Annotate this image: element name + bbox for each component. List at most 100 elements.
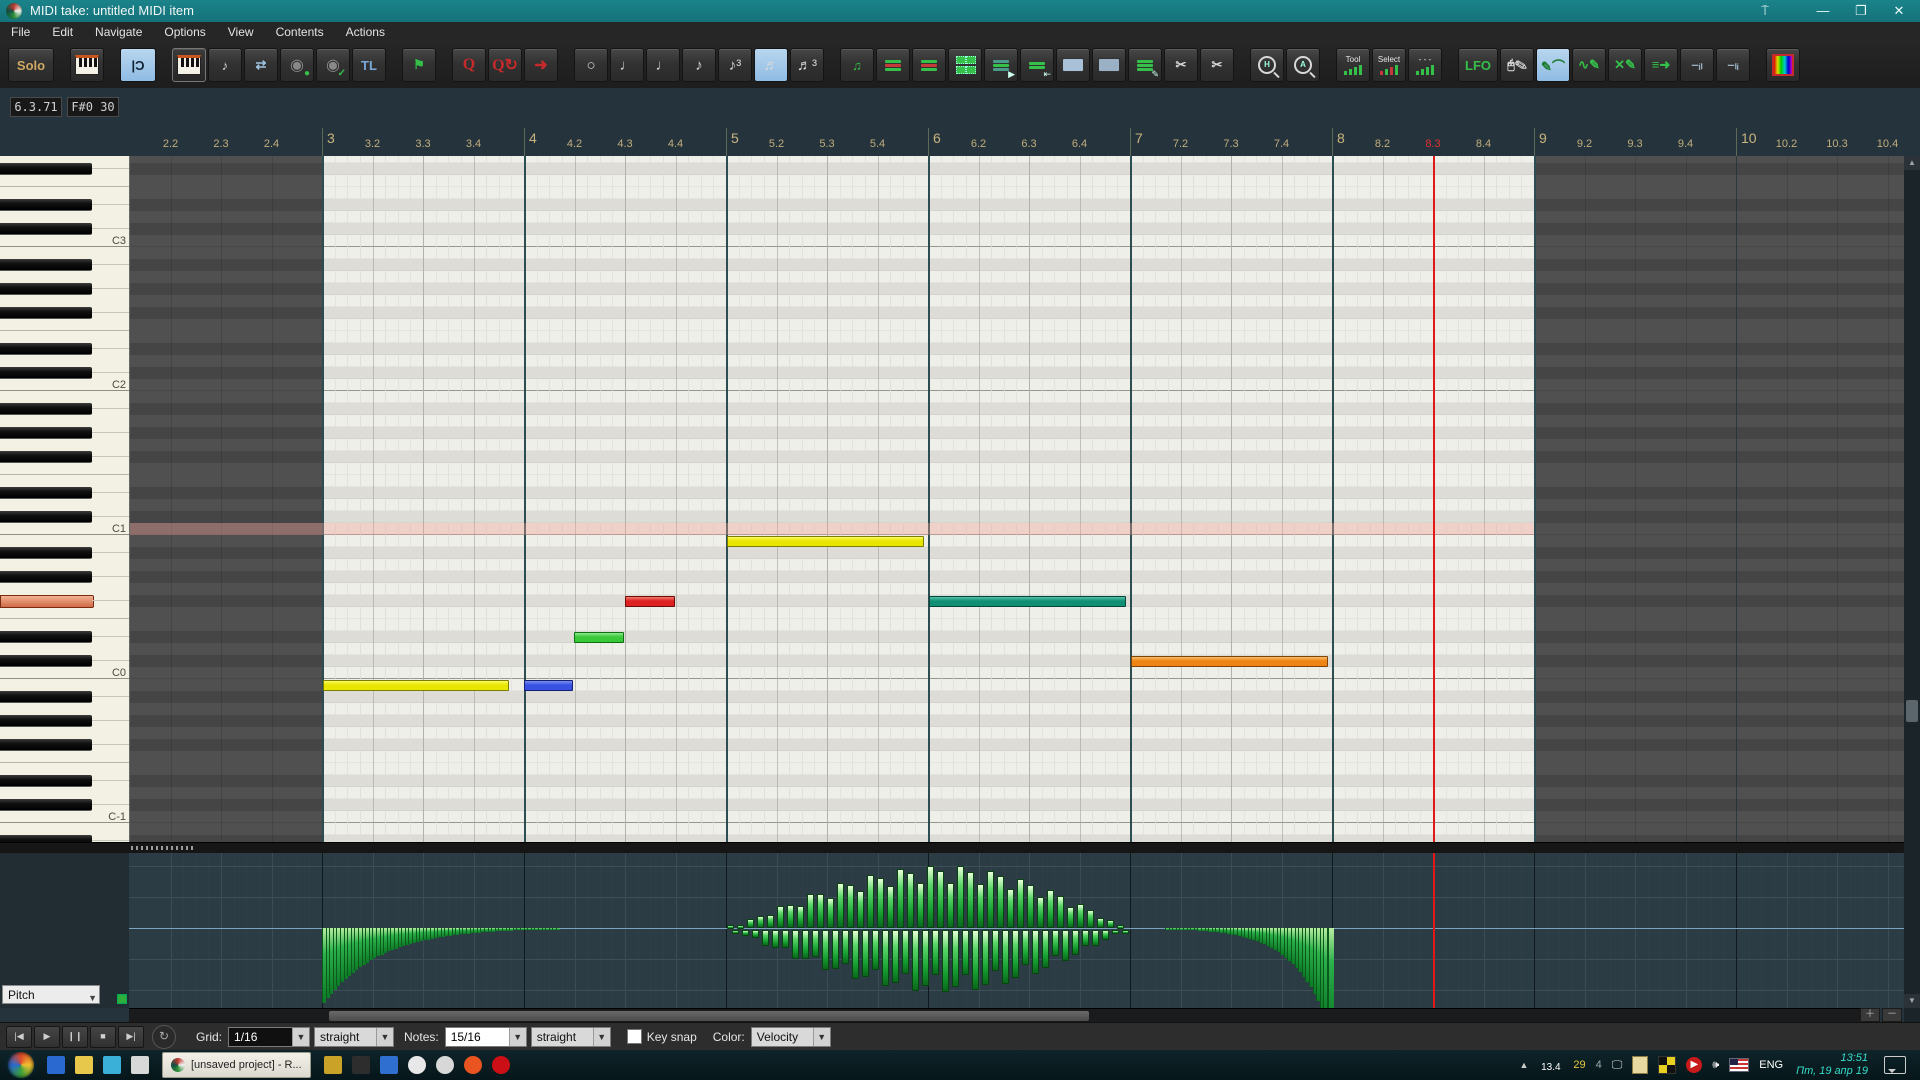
- key-A#0[interactable]: [0, 547, 92, 559]
- key-F#0[interactable]: [0, 595, 94, 608]
- key-F#1[interactable]: [0, 451, 92, 463]
- explorer-icon[interactable]: [380, 1056, 398, 1074]
- event-list-button[interactable]: ≡➜: [1644, 48, 1678, 82]
- midi-note-G1[interactable]: [929, 596, 1126, 607]
- horizontal-scrollbar[interactable]: [129, 1008, 1860, 1023]
- extend-notes-button[interactable]: ▶: [984, 48, 1018, 82]
- note-eighth-triplet-button[interactable]: ♪³: [718, 48, 752, 82]
- align-notes-button[interactable]: [912, 48, 946, 82]
- solo-button[interactable]: Solo: [8, 48, 54, 82]
- lfo-button[interactable]: LFO: [1458, 48, 1498, 82]
- note-length-combo[interactable]: 15/16▼: [445, 1027, 527, 1047]
- note-sixteenth-button[interactable]: ♬: [754, 48, 788, 82]
- piano-roll-grid[interactable]: C3C2C1C0C-1: [0, 156, 1920, 842]
- taskbar-clock[interactable]: 13:51 Пт, 19 апр 19: [1796, 1052, 1868, 1078]
- menu-item-options[interactable]: Options: [153, 22, 216, 42]
- event-properties-button[interactable]: ⇄: [244, 48, 278, 82]
- language-flag-icon[interactable]: [1729, 1058, 1749, 1072]
- close-button[interactable]: ✕: [1884, 2, 1914, 20]
- timeline-button[interactable]: TL: [352, 48, 386, 82]
- notation-view-button[interactable]: ♪: [208, 48, 242, 82]
- clipboard-icon[interactable]: [1632, 1056, 1648, 1074]
- key-G#0[interactable]: [0, 571, 92, 583]
- humanize-button[interactable]: [876, 48, 910, 82]
- zoom-selection-button[interactable]: A: [1286, 48, 1320, 82]
- browser-icon[interactable]: [408, 1056, 426, 1074]
- taskbar-app-button[interactable]: [unsaved project] - R...: [162, 1052, 311, 1078]
- key-D#2[interactable]: [0, 343, 92, 355]
- fit-notes-button[interactable]: ⇤: [1020, 48, 1054, 82]
- cc-lane-selector[interactable]: Pitch ▼: [2, 985, 100, 1004]
- key-G#1[interactable]: [0, 427, 92, 439]
- maximize-button[interactable]: ❐: [1846, 2, 1876, 20]
- note-color-button[interactable]: [1766, 48, 1800, 82]
- key-C#-1[interactable]: [0, 799, 92, 811]
- tray-expand-arrow[interactable]: ▲: [1519, 1060, 1528, 1070]
- note-whole-button[interactable]: ○: [574, 48, 608, 82]
- draw-ramp-button[interactable]: ✎: [1128, 48, 1162, 82]
- note-sixteenth-triplet-button[interactable]: ♬³: [790, 48, 824, 82]
- midi-note-C2[interactable]: [727, 536, 924, 547]
- paint-icon[interactable]: [324, 1056, 342, 1074]
- chrome-icon[interactable]: [436, 1056, 454, 1074]
- key-F#-1[interactable]: [0, 739, 92, 751]
- start-button[interactable]: [8, 1052, 34, 1078]
- color-mode-combo[interactable]: Velocity▼: [751, 1027, 831, 1047]
- hzoom-out-button[interactable]: －: [1882, 1008, 1902, 1022]
- key-A#1[interactable]: [0, 403, 92, 415]
- play-button[interactable]: ▶: [34, 1026, 60, 1048]
- go-end-button[interactable]: ▶|: [118, 1026, 144, 1048]
- key-C#3[interactable]: [0, 223, 92, 235]
- key-snap-checkbox[interactable]: [627, 1029, 642, 1044]
- key-C#0[interactable]: [0, 655, 92, 667]
- pitch-cc-lane[interactable]: [129, 853, 1904, 1008]
- title-bar[interactable]: MIDI take: untitled MIDI item ⍑ — ❐ ✕: [0, 0, 1920, 22]
- velocity-up-button[interactable]: - - -: [1408, 48, 1442, 82]
- speaker-icon[interactable]: 🕪: [1712, 1059, 1719, 1072]
- actions-button[interactable]: ⚑: [402, 48, 436, 82]
- unquantize-button[interactable]: ➜: [524, 48, 558, 82]
- repeat-button[interactable]: ↻: [152, 1025, 176, 1049]
- menu-item-navigate[interactable]: Navigate: [84, 22, 153, 42]
- midi-note-E1[interactable]: [574, 632, 624, 643]
- key-G#2[interactable]: [0, 283, 92, 295]
- grid-shape-combo[interactable]: straight▼: [314, 1027, 394, 1047]
- vertical-scrollbar[interactable]: [1904, 156, 1920, 1022]
- lane-resize-grip[interactable]: [117, 994, 127, 1004]
- menu-item-view[interactable]: View: [217, 22, 265, 42]
- piano-display-button[interactable]: [70, 48, 104, 82]
- key-D#1[interactable]: [0, 487, 92, 499]
- draw-sine-button[interactable]: ∿✎: [1572, 48, 1606, 82]
- menu-item-actions[interactable]: Actions: [335, 22, 396, 42]
- note-eighth-button[interactable]: ♪: [682, 48, 716, 82]
- media-player-icon[interactable]: [103, 1056, 121, 1074]
- velocity-tool-button[interactable]: Tool: [1336, 48, 1370, 82]
- ramp-up-button[interactable]: –ᵢₗ: [1680, 48, 1714, 82]
- legato-button[interactable]: ♫: [840, 48, 874, 82]
- key-D#3[interactable]: [0, 199, 92, 211]
- split-at-edit-button[interactable]: ✂: [1164, 48, 1198, 82]
- key-F#3[interactable]: [0, 163, 92, 175]
- midi-note-G1[interactable]: [625, 596, 675, 607]
- firefox-icon[interactable]: [464, 1056, 482, 1074]
- grid-size-combo[interactable]: 1/16▼: [228, 1027, 310, 1047]
- go-start-button[interactable]: |◀: [6, 1026, 32, 1048]
- preview-check-button[interactable]: ◉✓: [316, 48, 350, 82]
- ramp-down-button[interactable]: –ₗᵢ: [1716, 48, 1750, 82]
- scroll-down-arrow[interactable]: ▼: [1904, 994, 1920, 1008]
- pause-button[interactable]: ❙❙: [62, 1026, 88, 1048]
- mouse-modifier-button[interactable]: 🖰✎: [1500, 48, 1534, 82]
- vertical-scrollbar-handle[interactable]: [1906, 700, 1918, 722]
- key-A#-2[interactable]: [0, 835, 92, 842]
- preview-notes-button[interactable]: ◉●: [280, 48, 314, 82]
- ruler[interactable]: 6.3.71 F#0 30 2.22.32.433.23.33.444.24.3…: [0, 88, 1920, 156]
- note-half-button[interactable]: ♩: [610, 48, 644, 82]
- mail-icon[interactable]: [131, 1056, 149, 1074]
- midi-note-D1[interactable]: [1131, 656, 1328, 667]
- key-C#1[interactable]: [0, 511, 92, 523]
- action-center-icon[interactable]: [1884, 1056, 1906, 1074]
- key-C#2[interactable]: [0, 367, 92, 379]
- horizontal-scrollbar-handle[interactable]: [329, 1011, 1089, 1021]
- language-label[interactable]: ENG: [1759, 1059, 1783, 1071]
- grid-notes-button[interactable]: [948, 48, 982, 82]
